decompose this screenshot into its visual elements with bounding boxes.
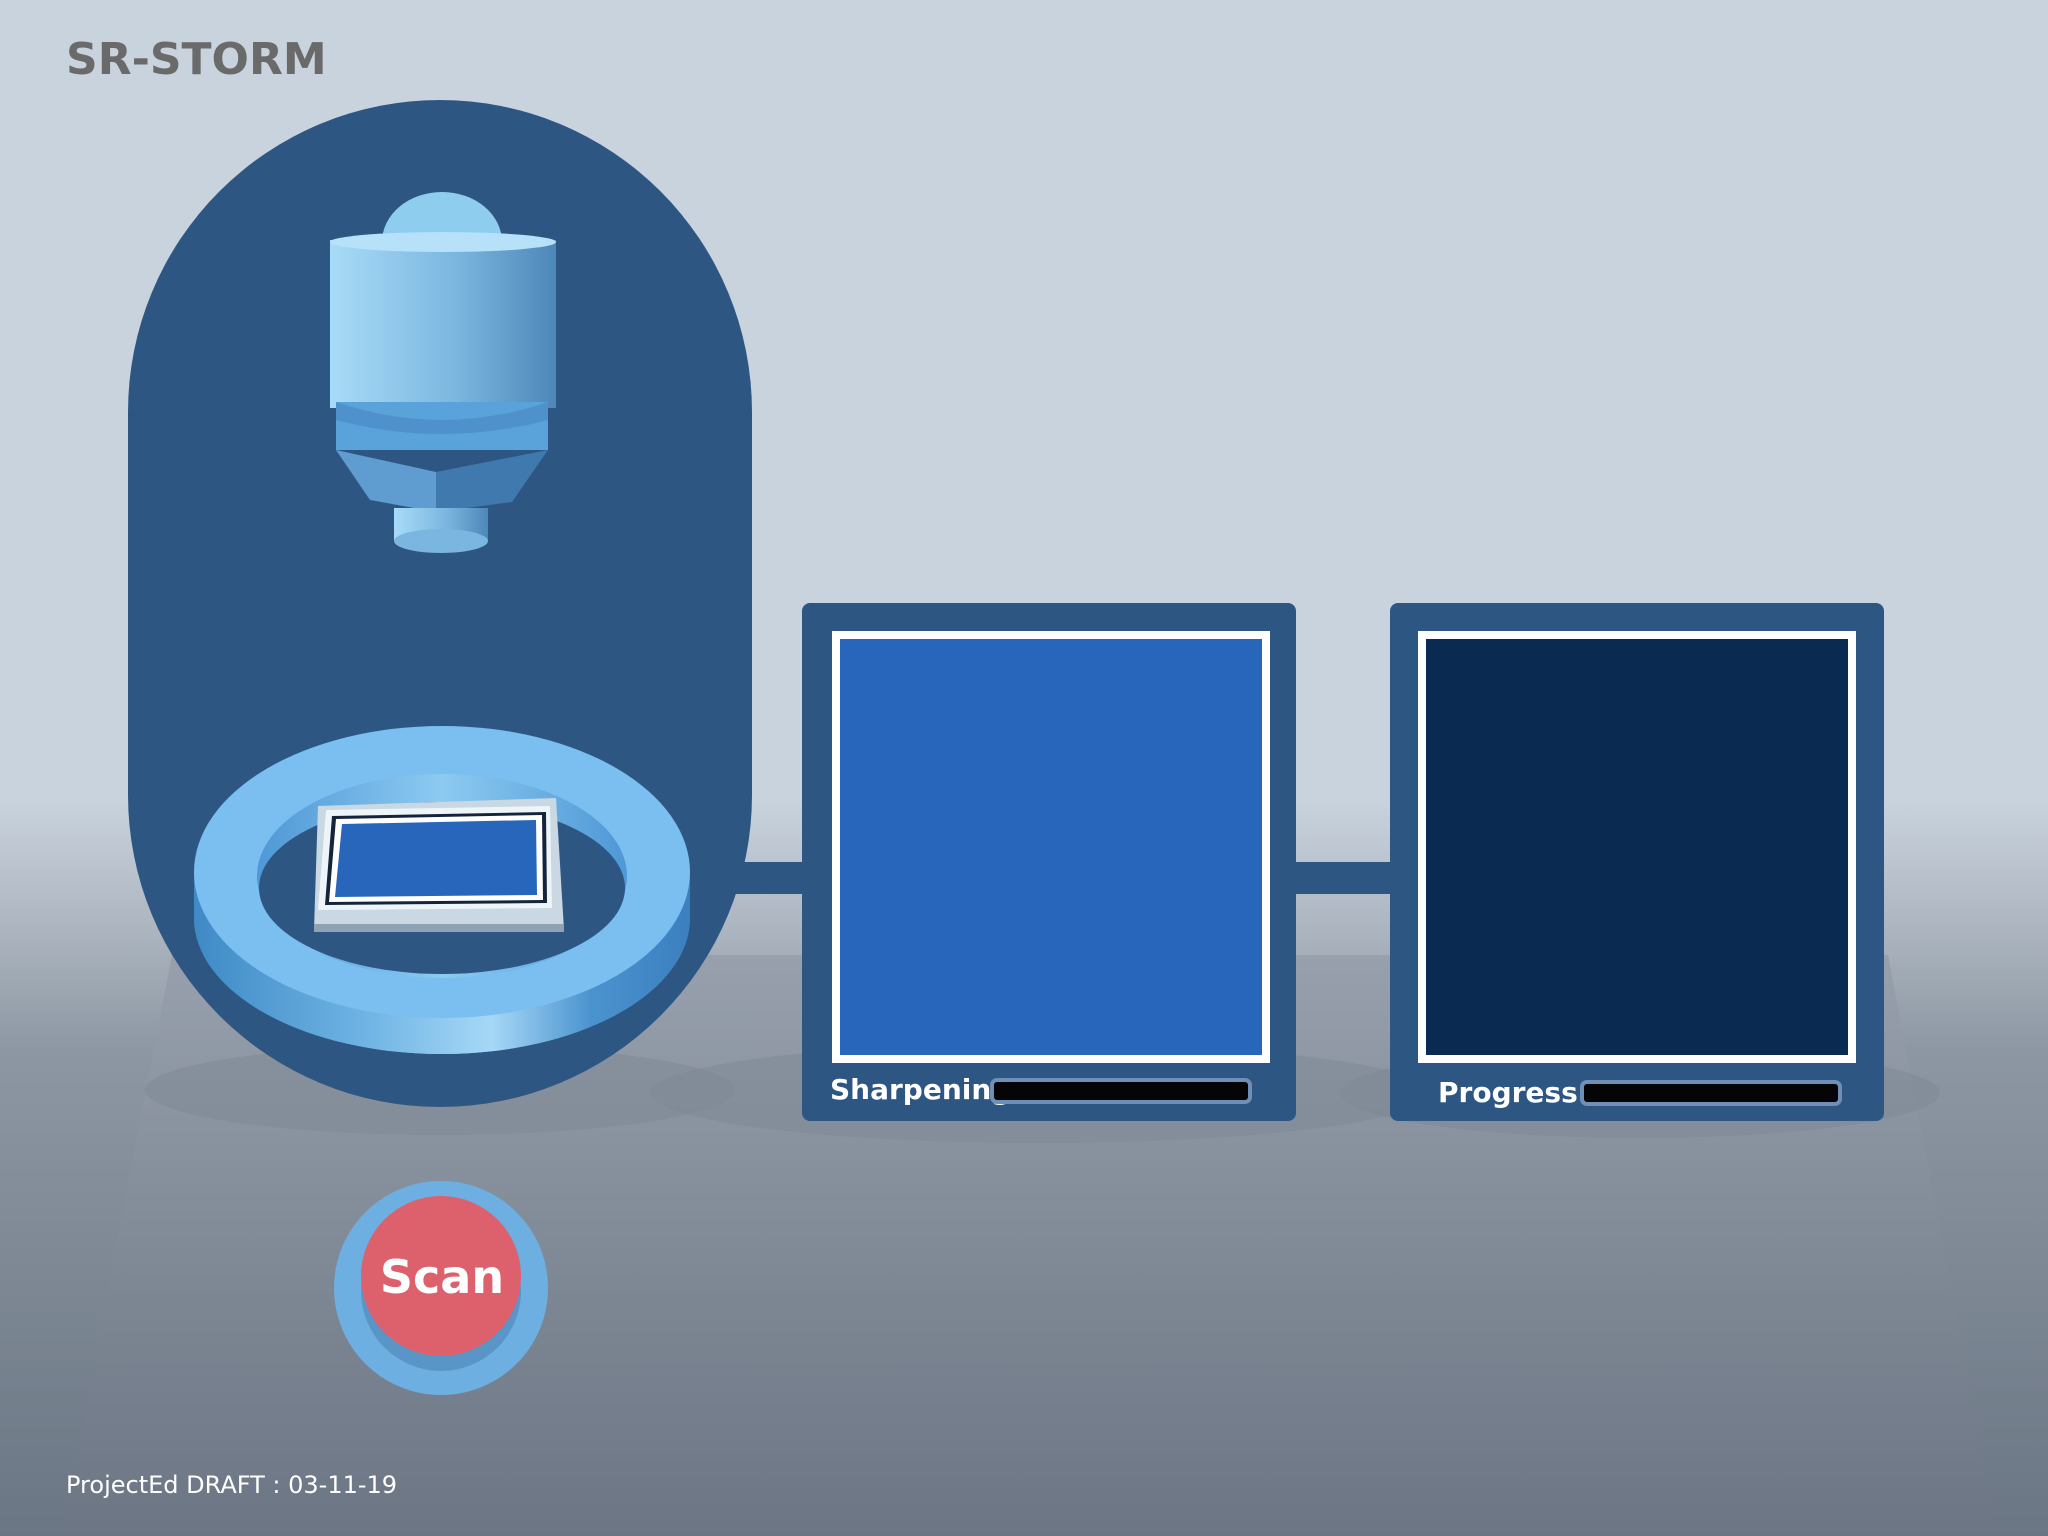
sharpening-bar	[990, 1078, 1252, 1104]
microscope-scene: SR-STORM Sharpening Progress Scan Projec…	[0, 0, 2048, 1536]
sample-slide-icon	[314, 798, 564, 932]
sharpening-screen	[840, 639, 1262, 1055]
progress-screen	[1426, 639, 1848, 1055]
footer-draft-note: ProjectEd DRAFT : 03-11-19	[66, 1471, 398, 1499]
sharpening-label: Sharpening	[830, 1073, 1012, 1106]
scene-graphics	[60, 100, 1998, 1536]
scan-button[interactable]	[334, 1181, 548, 1395]
progress-bar	[1580, 1080, 1842, 1106]
progress-label: Progress	[1438, 1076, 1578, 1109]
connector-right	[1290, 862, 1396, 894]
app-title: SR-STORM	[66, 34, 327, 85]
